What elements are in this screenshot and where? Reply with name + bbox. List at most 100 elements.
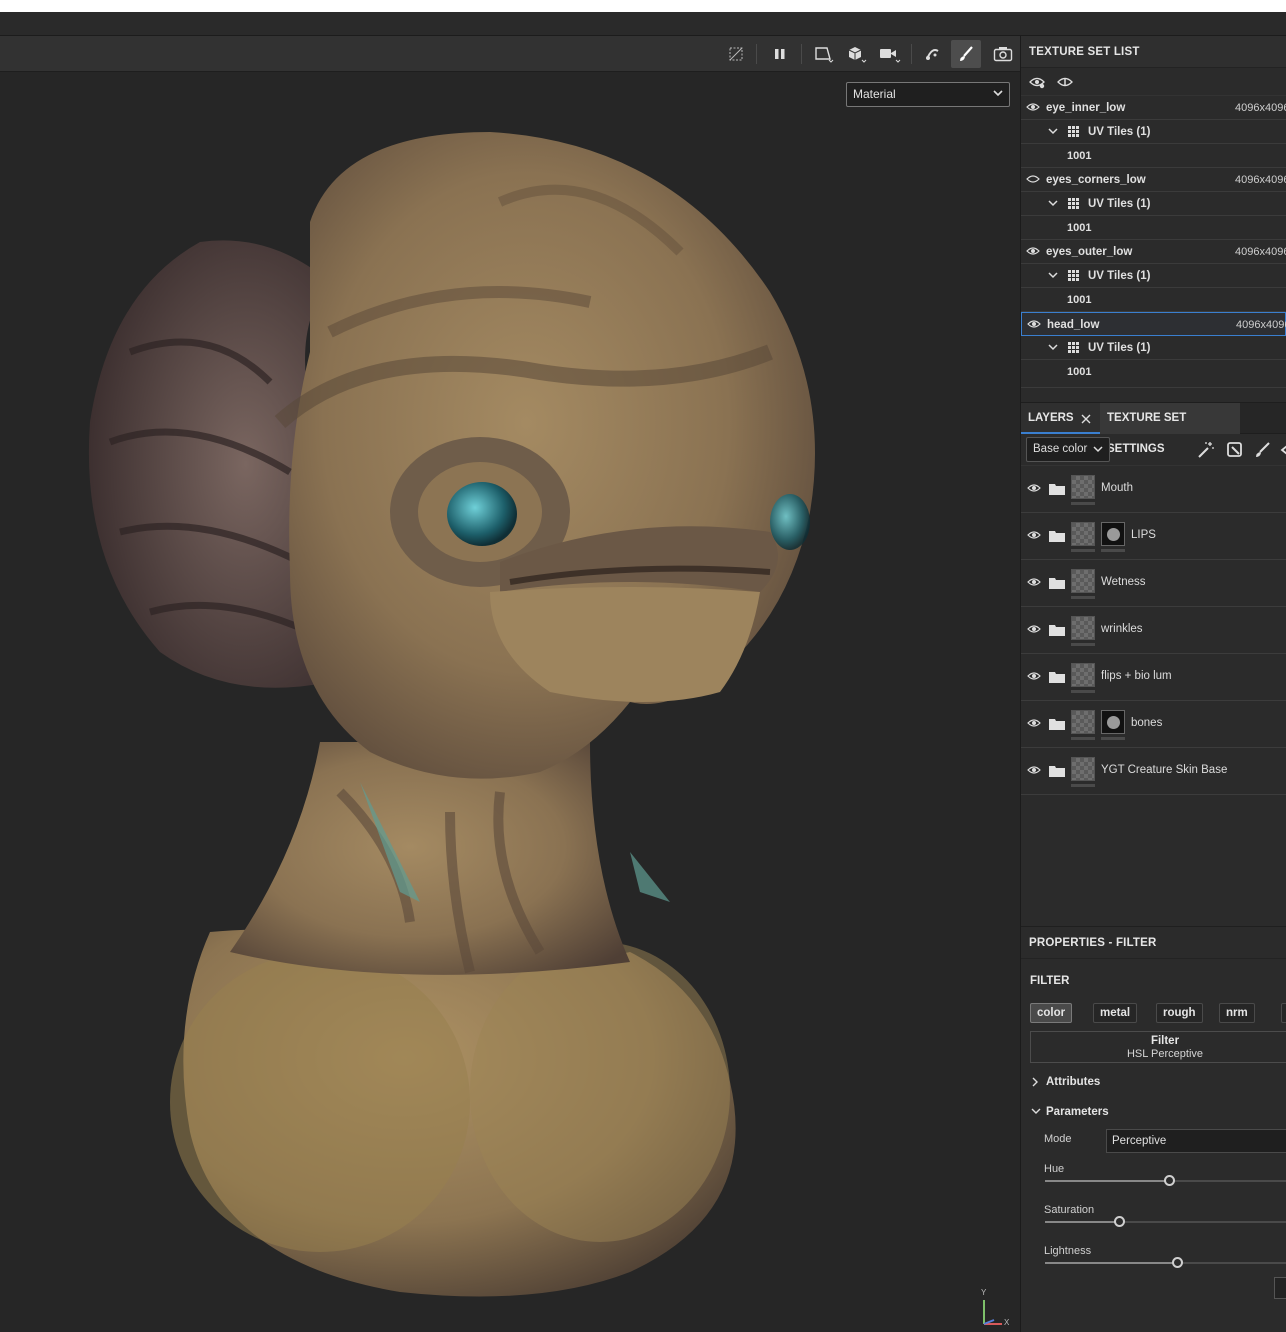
layer-thumbnail: [1071, 757, 1095, 781]
texture-set-toolbar: [1021, 68, 1286, 96]
layer-mask-thumbnail[interactable]: [1101, 522, 1125, 546]
uv-tile-id: 1001: [1067, 150, 1092, 162]
filter-resource-picker[interactable]: Filter HSL Perceptive: [1030, 1031, 1286, 1063]
chip-rough[interactable]: rough: [1156, 1003, 1203, 1023]
layer-thumbnail: [1071, 616, 1095, 640]
chevron-down-icon[interactable]: [1047, 269, 1059, 281]
pause-icon[interactable]: [765, 40, 795, 68]
layer-row-wrinkles[interactable]: wrinkles: [1021, 607, 1286, 654]
saturation-slider-handle[interactable]: [1114, 1216, 1125, 1227]
uv-tiles-row[interactable]: UV Tiles (1): [1021, 192, 1286, 216]
texture-set-head-low[interactable]: head_low 4096x4096: [1021, 312, 1286, 336]
layer-thumbnail-bar: [1071, 784, 1095, 787]
uv-tiles-row[interactable]: UV Tiles (1): [1021, 264, 1286, 288]
mode-value: Perceptive: [1112, 1135, 1167, 1147]
uv-tiles-row[interactable]: UV Tiles (1): [1021, 120, 1286, 144]
properties-panel: PROPERTIES - FILTER FILTER color metal r…: [1021, 927, 1286, 1299]
channel-select-value: Base color: [1033, 443, 1088, 455]
uv-tile-row[interactable]: 1001: [1021, 144, 1286, 168]
tab-layers[interactable]: LAYERS: [1021, 403, 1100, 434]
creature-bust-model[interactable]: [70, 92, 830, 1302]
layer-mask-bar: [1101, 737, 1125, 740]
chevron-down-icon[interactable]: [1047, 197, 1059, 209]
more-icon[interactable]: [1279, 441, 1286, 459]
close-icon[interactable]: [1081, 414, 1091, 424]
gizmo-x-label: X: [1004, 1318, 1010, 1327]
window-top-edge: [0, 0, 1286, 12]
mode-select[interactable]: Perceptive: [1106, 1129, 1286, 1153]
reset-button[interactable]: [1274, 1277, 1286, 1299]
texture-set-resolution: 4096x4096: [1235, 102, 1286, 114]
add-effect-wand-icon[interactable]: [1197, 441, 1215, 459]
chip-color[interactable]: color: [1030, 1003, 1073, 1023]
solo-eye-icon[interactable]: [1057, 75, 1073, 89]
screenshot-camera-icon[interactable]: [988, 40, 1018, 68]
selection-mode-icon[interactable]: [809, 40, 839, 68]
layer-row-ygt-creature-skin-base[interactable]: YGT Creature Skin Base: [1021, 748, 1286, 795]
layer-name: Mouth: [1101, 482, 1133, 494]
visibility-eye-icon[interactable]: [1027, 529, 1041, 541]
object-cube-icon[interactable]: [842, 40, 872, 68]
chevron-down-icon[interactable]: [1047, 341, 1059, 353]
channel-select[interactable]: Base color: [1026, 437, 1110, 462]
uv-tile-row[interactable]: 1001: [1021, 360, 1286, 388]
uv-grid-icon: [1068, 342, 1079, 353]
tab-texture-set-settings[interactable]: TEXTURE SET SETTINGS: [1100, 403, 1240, 455]
folder-icon: [1049, 766, 1065, 777]
visibility-eye-icon[interactable]: [1026, 245, 1040, 257]
layer-row-wetness[interactable]: Wetness: [1021, 560, 1286, 607]
symmetry-icon[interactable]: [917, 40, 947, 68]
3d-viewport[interactable]: Material Y X: [0, 36, 1020, 1332]
toolbar-separator: [911, 44, 912, 64]
chip-metal[interactable]: metal: [1093, 1003, 1138, 1023]
layer-row-mouth[interactable]: Mouth: [1021, 466, 1286, 513]
chip-more[interactable]: [1281, 1003, 1286, 1023]
visibility-eye-icon[interactable]: [1027, 670, 1041, 682]
layer-row-flips-bio-lum[interactable]: flips + bio lum: [1021, 654, 1286, 701]
layer-name: YGT Creature Skin Base: [1101, 764, 1228, 776]
uv-tiles-row[interactable]: UV Tiles (1): [1021, 336, 1286, 360]
layer-row-lips[interactable]: LIPS: [1021, 513, 1286, 560]
hide-ui-icon[interactable]: [721, 40, 751, 68]
viewport-toolbar: [0, 36, 1020, 72]
visibility-eye-icon[interactable]: [1027, 318, 1041, 330]
attributes-section[interactable]: Attributes: [1021, 1067, 1286, 1097]
folder-icon: [1049, 672, 1065, 683]
visibility-eye-icon[interactable]: [1027, 576, 1041, 588]
uv-grid-icon: [1068, 198, 1079, 209]
visibility-eye-icon[interactable]: [1027, 717, 1041, 729]
parameters-section[interactable]: Parameters: [1021, 1097, 1286, 1127]
visibility-eye-icon[interactable]: [1026, 101, 1040, 113]
chevron-down-icon[interactable]: [1047, 125, 1059, 137]
menu-bar: [0, 12, 1286, 36]
layer-mask-thumbnail[interactable]: [1101, 710, 1125, 734]
add-fill-layer-icon[interactable]: [1226, 441, 1244, 459]
mode-label: Mode: [1044, 1133, 1072, 1145]
texture-set-eye-inner-low[interactable]: eye_inner_low 4096x4096: [1021, 96, 1286, 120]
visibility-eye-icon[interactable]: [1027, 482, 1041, 494]
texture-set-resolution: 4096x4096: [1236, 319, 1286, 331]
camera-video-icon[interactable]: [875, 40, 905, 68]
layers-toolbar: Base color: [1021, 434, 1286, 466]
lightness-slider-handle[interactable]: [1172, 1257, 1183, 1268]
visibility-eye-closed-icon[interactable]: [1026, 173, 1040, 185]
paint-brush-icon[interactable]: [951, 40, 981, 68]
visibility-eye-icon[interactable]: [1027, 623, 1041, 635]
uv-tile-row[interactable]: 1001: [1021, 288, 1286, 312]
visibility-eye-icon[interactable]: [1027, 764, 1041, 776]
uv-tile-id: 1001: [1067, 294, 1092, 306]
texture-set-eyes-corners-low[interactable]: eyes_corners_low 4096x4096: [1021, 168, 1286, 192]
folder-icon: [1049, 719, 1065, 730]
filter-label: Filter: [1150, 1035, 1180, 1047]
chip-nrm[interactable]: nrm: [1219, 1003, 1255, 1023]
eye-settings-icon[interactable]: [1029, 75, 1045, 89]
hue-slider-handle[interactable]: [1164, 1175, 1175, 1186]
material-mode-select[interactable]: Material: [846, 82, 1010, 107]
layers-empty-area: [1021, 795, 1286, 927]
texture-set-eyes-outer-low[interactable]: eyes_outer_low 4096x4096: [1021, 240, 1286, 264]
add-paint-layer-icon[interactable]: [1254, 441, 1272, 459]
uv-tile-row[interactable]: 1001: [1021, 216, 1286, 240]
chevron-right-icon: [1032, 1077, 1038, 1087]
layer-row-bones[interactable]: bones: [1021, 701, 1286, 748]
